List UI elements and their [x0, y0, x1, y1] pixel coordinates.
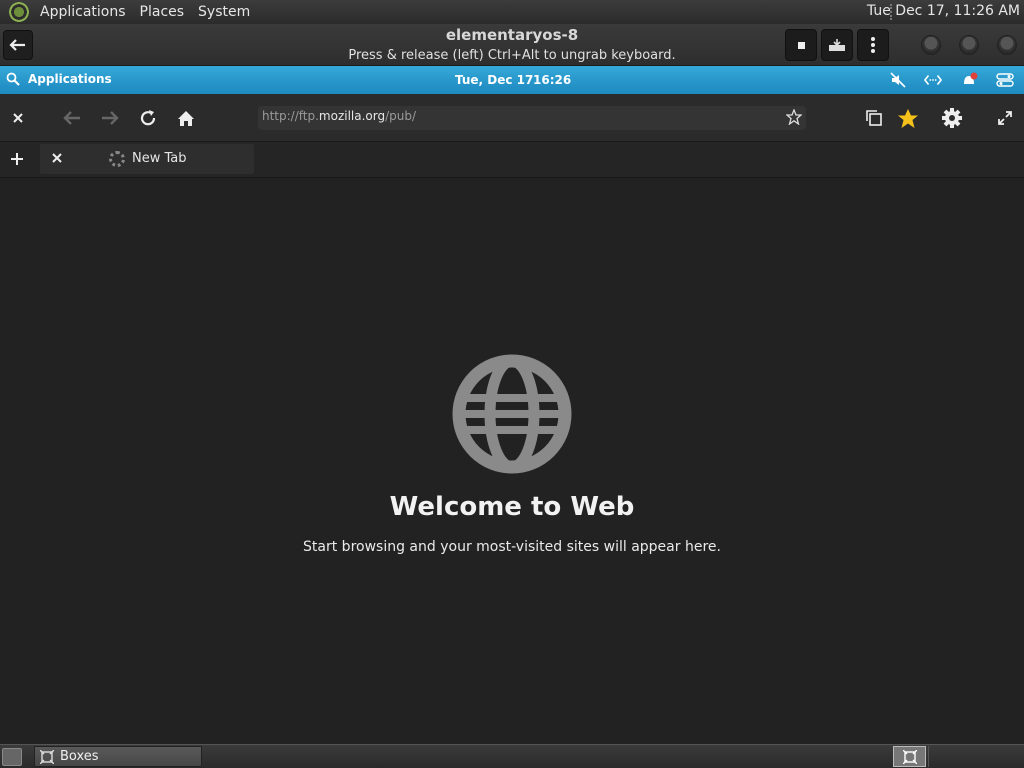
taskbar-item-boxes[interactable]: Boxes — [34, 746, 202, 767]
arrow-left-icon — [63, 111, 80, 125]
guest-time[interactable]: 16:26 — [533, 73, 571, 87]
tab-new-tab[interactable]: New Tab — [40, 144, 254, 174]
send-keys-button[interactable] — [821, 29, 853, 61]
guest-applications-button[interactable]: Applications — [6, 72, 112, 86]
copy-tabs-icon — [866, 110, 882, 126]
url-host: mozilla.org — [318, 109, 386, 123]
plus-icon — [11, 153, 23, 165]
arrow-right-icon — [102, 111, 119, 125]
new-tab-button[interactable] — [6, 148, 28, 170]
boxes-app-icon — [902, 749, 917, 764]
mate-logo-icon[interactable] — [9, 2, 29, 22]
tab-overview-button[interactable] — [862, 106, 886, 130]
guest-top-panel: Applications Tue, Dec 17 16:26 — [0, 66, 1024, 94]
taskbar-item-label: Boxes — [60, 749, 99, 764]
url-input[interactable]: http://ftp.mozilla.org/pub/ — [258, 106, 806, 130]
loading-spinner-icon — [109, 151, 125, 167]
star-filled-icon — [898, 108, 918, 128]
forward-nav-button[interactable] — [98, 106, 122, 130]
maximize-button[interactable] — [959, 35, 979, 55]
welcome-subtitle: Start browsing and your most-visited sit… — [303, 539, 721, 555]
boxes-header-bar: elementaryos-8 Press & release (left) Ct… — [0, 24, 1024, 66]
back-nav-button[interactable] — [60, 106, 84, 130]
search-icon — [6, 72, 20, 86]
guest-date[interactable]: Tue, Dec 17 — [455, 73, 533, 87]
gear-icon — [942, 108, 962, 128]
browser-headerbar: http://ftp.mozilla.org/pub/ — [0, 94, 1024, 142]
bookmark-page-button[interactable] — [785, 108, 803, 128]
reload-icon — [140, 110, 156, 126]
show-desktop-button[interactable] — [2, 748, 22, 766]
host-bottom-panel: Boxes — [0, 744, 1024, 768]
kebab-menu-icon — [871, 37, 875, 53]
host-top-panel: Applications Places System Tue Dec 17, 1… — [0, 0, 1024, 24]
close-window-button[interactable] — [997, 35, 1017, 55]
stop-icon — [797, 41, 805, 49]
home-button[interactable] — [174, 106, 198, 130]
notifications-icon[interactable] — [960, 71, 978, 89]
workspace-1[interactable] — [893, 746, 926, 767]
reload-button[interactable] — [136, 106, 160, 130]
stop-button[interactable] — [785, 29, 817, 61]
host-menu-places[interactable]: Places — [133, 4, 192, 20]
close-tab-button[interactable] — [48, 149, 66, 167]
menu-button[interactable] — [857, 29, 889, 61]
url-prefix: http://ftp. — [262, 109, 319, 123]
host-menu-applications[interactable]: Applications — [33, 4, 133, 20]
tab-label: New Tab — [132, 151, 187, 166]
guest-applications-label: Applications — [28, 72, 112, 86]
quick-settings-icon[interactable] — [996, 71, 1014, 89]
close-icon — [13, 113, 23, 123]
browser-content: Welcome to Web Start browsing and your m… — [0, 178, 1024, 744]
welcome-title: Welcome to Web — [389, 492, 635, 522]
host-menu-system[interactable]: System — [191, 4, 257, 20]
keyboard-icon — [829, 39, 845, 51]
globe-icon — [452, 354, 572, 474]
tab-bar: New Tab — [0, 142, 1024, 178]
star-outline-icon — [785, 108, 803, 126]
home-icon — [178, 110, 194, 126]
minimize-button[interactable] — [921, 35, 941, 55]
network-icon[interactable] — [924, 71, 942, 89]
sound-muted-icon[interactable] — [889, 71, 907, 89]
boxes-app-icon — [40, 749, 54, 764]
fullscreen-button[interactable] — [993, 106, 1017, 130]
close-browser-button[interactable] — [6, 106, 30, 130]
host-clock[interactable]: Tue Dec 17, 11:26 AM — [867, 3, 1020, 19]
bookmarks-button[interactable] — [896, 106, 920, 130]
expand-icon — [998, 111, 1012, 125]
url-suffix: /pub/ — [385, 109, 417, 123]
close-icon — [52, 153, 62, 163]
settings-menu-button[interactable] — [940, 106, 964, 130]
workspace-2[interactable] — [928, 746, 961, 767]
